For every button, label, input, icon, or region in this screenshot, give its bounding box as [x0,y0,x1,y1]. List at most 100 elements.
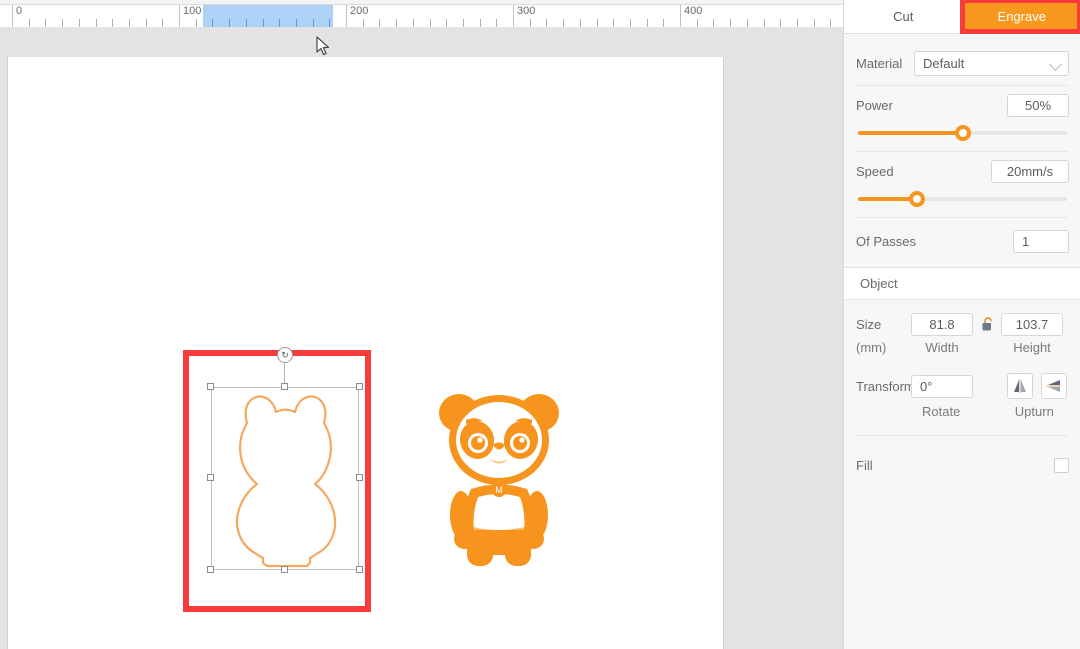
unit-label: (mm) [856,340,887,355]
rotation-handle[interactable]: ↻ [277,347,293,363]
ruler-tick [28,19,30,27]
ruler-tick [145,19,147,27]
material-label: Material [856,55,903,71]
ruler-label: 0 [16,5,23,17]
ruler-tick [245,19,247,27]
object-section-header: Object [844,267,1080,300]
power-label: Power [856,97,893,113]
passes-row: Of Passes 1 [856,226,1069,256]
flip-vertical-button[interactable] [1007,373,1033,399]
resize-handle-sw[interactable] [207,566,214,573]
transform-sublabels: Rotate Upturn [856,404,1069,419]
ruler-label: 400 [684,5,703,17]
speed-slider[interactable] [858,186,1067,212]
ruler-tick [546,19,548,27]
ruler-tick [479,19,481,27]
selected-object-group[interactable]: ↻ [207,347,363,573]
object-body: Size 81.8 103.7 (mm) Width Height Transf… [844,313,1080,480]
ruler-tick [279,19,281,27]
width-label: Width [925,340,959,355]
speed-value-input[interactable]: 20mm/s [991,159,1069,183]
power-row: Power 50% [856,90,1069,120]
fill-row: Fill [856,450,1069,480]
ruler-tick [796,19,798,27]
aspect-lock-button[interactable] [973,317,1001,332]
ruler-label: 300 [517,5,536,17]
ruler-tick [563,19,565,27]
ruler-tick [346,5,347,27]
canvas-sheet[interactable]: ↻ M [7,57,724,649]
divider-2 [856,151,1069,152]
ruler-tick [179,5,180,27]
ruler-tick [128,19,130,27]
rotate-input[interactable]: 0° [911,374,973,398]
resize-handle-n[interactable] [281,383,288,390]
ruler-tick [195,19,197,27]
ruler-label: 200 [350,5,369,17]
speed-label: Speed [856,163,894,179]
speed-slider-fill [858,197,917,201]
canvas-workarea[interactable]: ↻ M [0,57,843,649]
power-slider-thumb[interactable] [954,125,971,141]
bear-outline-shape[interactable] [211,387,359,570]
ruler-tick [312,19,314,27]
speed-slider-thumb[interactable] [908,191,925,207]
power-value-input[interactable]: 50% [1007,93,1069,117]
tab-cut[interactable]: Cut [844,0,963,33]
ruler-tick [629,19,631,27]
divider-4 [856,435,1069,436]
ruler-tick [396,19,398,27]
material-select[interactable]: Default [914,50,1069,76]
ruler-tick [746,19,748,27]
ruler-tick [613,19,615,27]
transform-row: Transform 0° [856,373,1069,399]
ruler-tick [329,19,331,27]
rotate-label: Rotate [922,404,961,419]
flip-buttons [1007,373,1067,399]
passes-value-input[interactable]: 1 [1013,229,1069,253]
ruler-tick [295,19,297,27]
resize-handle-ne[interactable] [356,383,363,390]
ruler-tick [379,19,381,27]
ruler-tick [429,19,431,27]
unlock-icon [982,317,992,331]
power-slider[interactable] [858,120,1067,146]
ruler-tick [830,19,832,27]
ruler-tick [112,19,114,27]
ruler-tick [446,19,448,27]
resize-handle-nw[interactable] [207,383,214,390]
horizontal-ruler[interactable]: 0 100 200 300 400 [0,0,843,28]
ruler-tick [362,19,364,27]
power-slider-fill [858,131,963,135]
ruler-tick [45,19,47,27]
mouse-cursor [316,36,330,56]
ruler-tick [95,19,97,27]
ruler-top-strip [0,0,843,5]
ruler-tick [780,19,782,27]
divider-3 [856,217,1069,218]
ruler-tick [730,19,732,27]
width-input[interactable]: 81.8 [911,313,973,336]
panel-tabs: Cut Engrave [844,0,1080,34]
resize-handle-s[interactable] [281,566,288,573]
ruler-tick [78,19,80,27]
resize-handle-se[interactable] [356,566,363,573]
height-input[interactable]: 103.7 [1001,313,1063,336]
svg-text:M: M [495,485,503,495]
ruler-tick [680,5,681,27]
ruler-tick [763,19,765,27]
speed-row: Speed 20mm/s [856,156,1069,186]
resize-handle-e[interactable] [356,474,363,481]
settings-panel: Cut Engrave Material Default Power 50% S… [843,0,1080,649]
ruler-tick [513,5,514,27]
ruler-tick [462,19,464,27]
transform-label: Transform [856,378,915,394]
ruler-tick [596,19,598,27]
fill-checkbox[interactable] [1054,457,1069,473]
tab-engrave[interactable]: Engrave [962,0,1080,33]
resize-handle-w[interactable] [207,474,214,481]
ruler-tick [412,19,414,27]
upturn-label: Upturn [1014,404,1054,419]
panda-illustration[interactable]: M [433,387,565,571]
flip-horizontal-button[interactable] [1041,373,1067,399]
